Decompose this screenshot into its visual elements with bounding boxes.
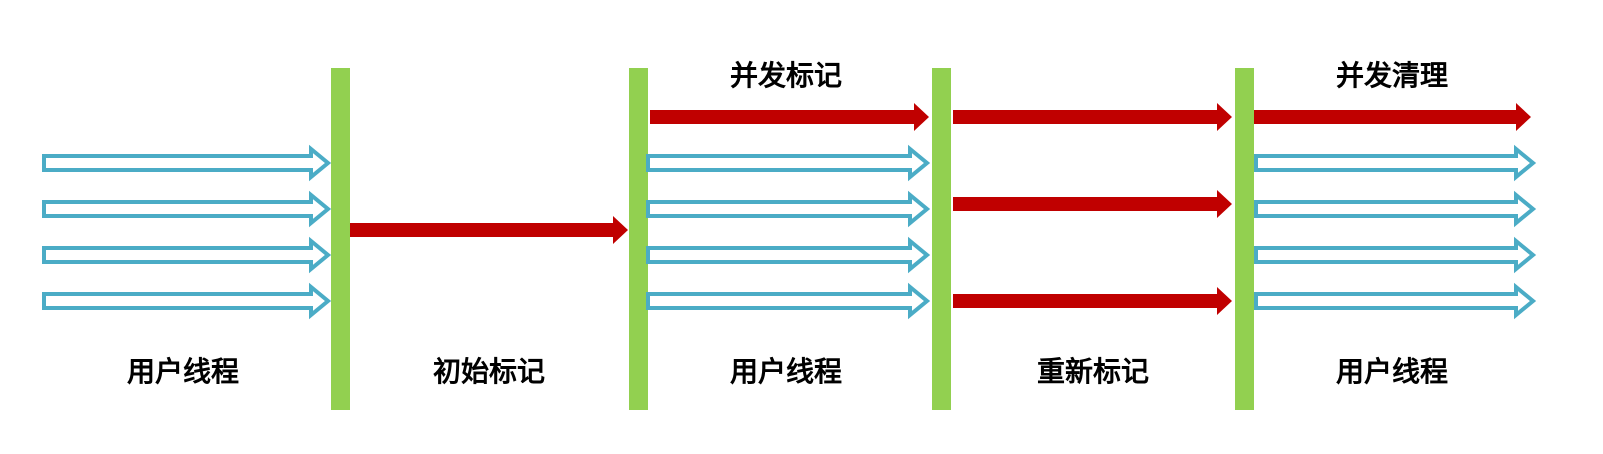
gc-thread-arrow [1254, 103, 1531, 131]
phase-bottom-label: 用户线程 [1335, 355, 1449, 388]
phase-top-label: 并发清理 [1335, 59, 1449, 92]
phase-barrier [629, 68, 648, 410]
user-thread-arrow [1254, 144, 1537, 182]
gc-thread-arrow [350, 216, 628, 244]
user-thread-arrow [42, 282, 332, 320]
user-thread-arrow [1254, 236, 1537, 274]
user-thread-arrows [42, 144, 1537, 320]
phase-barrier [331, 68, 350, 410]
user-thread-arrow [42, 144, 332, 182]
phase-bottom-label: 用户线程 [729, 355, 843, 388]
phase-bottom-label: 重新标记 [1036, 355, 1150, 388]
gc-thread-arrow [953, 103, 1232, 131]
phase-bottom-label: 用户线程 [126, 355, 240, 388]
phase-barrier [932, 68, 951, 410]
gc-thread-arrow [953, 190, 1232, 218]
gc-thread-arrow [953, 287, 1232, 315]
phase-bottom-label: 初始标记 [432, 355, 546, 388]
user-thread-arrow [646, 282, 931, 320]
user-thread-arrow [1254, 190, 1537, 228]
user-thread-arrow [646, 144, 931, 182]
gc-thread-arrow [650, 103, 929, 131]
user-thread-arrow [646, 236, 931, 274]
user-thread-arrow [42, 236, 332, 274]
phase-barrier [1235, 68, 1254, 410]
phase-top-label: 并发标记 [729, 59, 843, 92]
user-thread-arrow [1254, 282, 1537, 320]
user-thread-arrow [42, 190, 332, 228]
user-thread-arrow [646, 190, 931, 228]
